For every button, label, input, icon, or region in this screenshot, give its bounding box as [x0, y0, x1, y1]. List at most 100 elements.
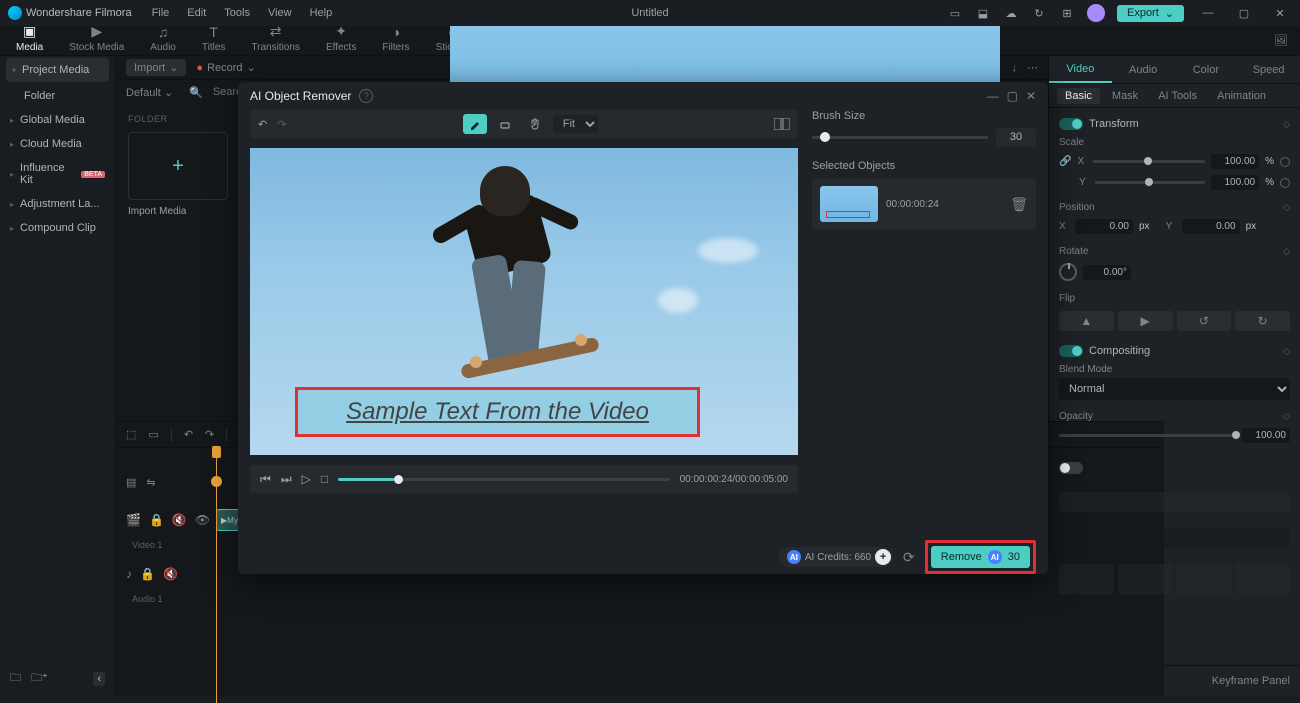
rotate-cw-button[interactable]: ↻ — [1235, 311, 1290, 331]
subtab-mask[interactable]: Mask — [1104, 88, 1146, 104]
tree-folder[interactable]: Folder — [14, 84, 115, 108]
tree-project-media[interactable]: ▾Project Media — [6, 58, 109, 82]
pos-x-input[interactable] — [1075, 219, 1133, 234]
selected-object-item[interactable]: 00:00:00:24 🗑 — [812, 178, 1036, 230]
close-button[interactable]: ✕ — [1268, 3, 1292, 23]
stop-button[interactable]: □ — [321, 472, 328, 486]
reset-position[interactable]: ◇ — [1283, 202, 1290, 213]
minimize-button[interactable]: — — [1196, 3, 1220, 23]
flip-vertical-button[interactable]: ▶ — [1118, 311, 1173, 331]
menu-view[interactable]: View — [268, 7, 292, 19]
tree-influence-kit[interactable]: ▸Influence KitBETA — [0, 156, 115, 192]
opacity-slider[interactable] — [1059, 434, 1236, 437]
subtab-animation[interactable]: Animation — [1209, 88, 1274, 104]
progress-bar[interactable] — [338, 478, 669, 481]
prop-tab-video[interactable]: Video — [1049, 56, 1112, 83]
menu-file[interactable]: File — [152, 7, 170, 19]
tab-stock-media[interactable]: ▶Stock Media — [65, 21, 128, 55]
overflow-icon[interactable]: ⋯ — [1027, 61, 1038, 74]
reset-rotate[interactable]: ◇ — [1283, 246, 1290, 257]
record-button[interactable]: ●Record ⌄ — [196, 61, 255, 74]
link-icon[interactable]: ⇋ — [146, 476, 155, 489]
section-transform[interactable]: Transform ◇ — [1059, 114, 1290, 134]
user-avatar[interactable] — [1087, 4, 1105, 22]
redo-icon[interactable]: ↷ — [205, 428, 214, 441]
apps-icon[interactable]: ⊞ — [1059, 5, 1075, 21]
reset-opacity[interactable]: ◇ — [1283, 411, 1290, 422]
reset-icon[interactable]: ◇ — [1283, 119, 1290, 130]
scale-x-input[interactable] — [1211, 154, 1259, 169]
zoom-fit-select[interactable]: Fit — [553, 115, 598, 133]
blend-mode-select[interactable]: Normal — [1059, 378, 1290, 400]
subtab-basic[interactable]: Basic — [1057, 88, 1100, 104]
tab-transitions[interactable]: ⇄Transitions — [247, 21, 304, 55]
remove-button[interactable]: Remove AI 30 — [931, 546, 1030, 568]
prop-tab-color[interactable]: Color — [1175, 56, 1238, 83]
save-icon[interactable]: ⬓ — [975, 5, 991, 21]
eye-icon[interactable]: 👁 — [195, 513, 210, 527]
tree-global-media[interactable]: ▸Global Media — [0, 108, 115, 132]
brush-tool[interactable] — [463, 114, 487, 134]
link-xy-icon[interactable]: 🔗 — [1059, 156, 1071, 167]
rotate-dial[interactable] — [1059, 263, 1077, 281]
mute-icon[interactable]: 🔇 — [163, 567, 178, 581]
select-tool-icon[interactable]: ▭ — [148, 428, 158, 441]
modal-minimize-button[interactable]: — — [987, 89, 999, 103]
tree-cloud-media[interactable]: ▸Cloud Media — [0, 132, 115, 156]
selection-overlay[interactable]: Sample Text From the Video — [295, 387, 700, 437]
modal-maximize-button[interactable]: ▢ — [1007, 89, 1018, 103]
background-toggle[interactable] — [1059, 462, 1083, 474]
compare-icon[interactable] — [774, 118, 790, 130]
transform-toggle[interactable] — [1059, 118, 1083, 130]
import-button[interactable]: Import ⌄ — [126, 59, 186, 76]
scale-y-slider[interactable] — [1095, 181, 1205, 184]
rotate-ccw-button[interactable]: ↺ — [1177, 311, 1232, 331]
compositing-toggle[interactable] — [1059, 345, 1083, 357]
maximize-button[interactable]: ▢ — [1232, 3, 1256, 23]
add-credits-button[interactable]: + — [875, 549, 891, 565]
sort-dropdown[interactable]: Default ⌄ — [126, 86, 173, 99]
reset-scale-x[interactable] — [1280, 157, 1290, 167]
pos-y-input[interactable] — [1182, 219, 1240, 234]
more-icon[interactable]: ↓ — [1012, 62, 1018, 74]
preview-canvas[interactable]: Sample Text From the Video — [250, 148, 798, 455]
menu-tools[interactable]: Tools — [224, 7, 250, 19]
collapse-panel-icon[interactable]: ‹ — [93, 672, 105, 686]
play-button[interactable]: ▷ — [302, 472, 311, 486]
tree-compound-clip[interactable]: ▸Compound Clip — [0, 216, 115, 240]
reset-scale-y[interactable] — [1280, 178, 1290, 188]
playhead[interactable] — [216, 448, 217, 703]
opacity-input[interactable] — [1242, 428, 1290, 443]
lock-icon[interactable]: 🔒 — [149, 513, 164, 527]
track-view-icon[interactable]: ▤ — [126, 476, 136, 489]
refresh-icon[interactable]: ↻ — [1031, 5, 1047, 21]
new-tag-icon[interactable]: 🗀⁺ — [31, 669, 48, 688]
brush-size-input[interactable] — [996, 128, 1036, 146]
reset-compositing[interactable]: ◇ — [1283, 346, 1290, 357]
scale-x-slider[interactable] — [1093, 160, 1205, 163]
scale-y-input[interactable] — [1211, 175, 1259, 190]
prop-tab-audio[interactable]: Audio — [1112, 56, 1175, 83]
tab-effects[interactable]: ✦Effects — [322, 21, 360, 55]
prop-tab-speed[interactable]: Speed — [1237, 56, 1300, 83]
delete-selection-icon[interactable]: 🗑 — [1010, 196, 1028, 213]
menu-edit[interactable]: Edit — [187, 7, 206, 19]
hand-tool[interactable] — [523, 114, 547, 134]
eraser-tool[interactable] — [493, 114, 517, 134]
modal-close-button[interactable]: ✕ — [1026, 89, 1036, 103]
brush-size-slider[interactable] — [812, 136, 988, 139]
section-compositing[interactable]: Compositing ◇ — [1059, 341, 1290, 361]
help-icon[interactable]: ? — [359, 89, 373, 103]
export-button[interactable]: Export⌄ — [1117, 5, 1184, 22]
import-media-tile[interactable]: + — [128, 132, 228, 200]
menu-help[interactable]: Help — [310, 7, 333, 19]
cloud-icon[interactable]: ☁ — [1003, 5, 1019, 21]
subtab-ai-tools[interactable]: AI Tools — [1150, 88, 1205, 104]
flip-horizontal-button[interactable]: ▲ — [1059, 311, 1114, 331]
new-folder-icon[interactable]: 🗀 — [10, 669, 21, 688]
screen-icon[interactable]: ▭ — [947, 5, 963, 21]
redo-icon[interactable]: ↷ — [277, 118, 286, 131]
undo-icon[interactable]: ↶ — [258, 118, 267, 131]
tab-titles[interactable]: TTitles — [198, 22, 230, 55]
rotate-input[interactable] — [1083, 265, 1131, 280]
